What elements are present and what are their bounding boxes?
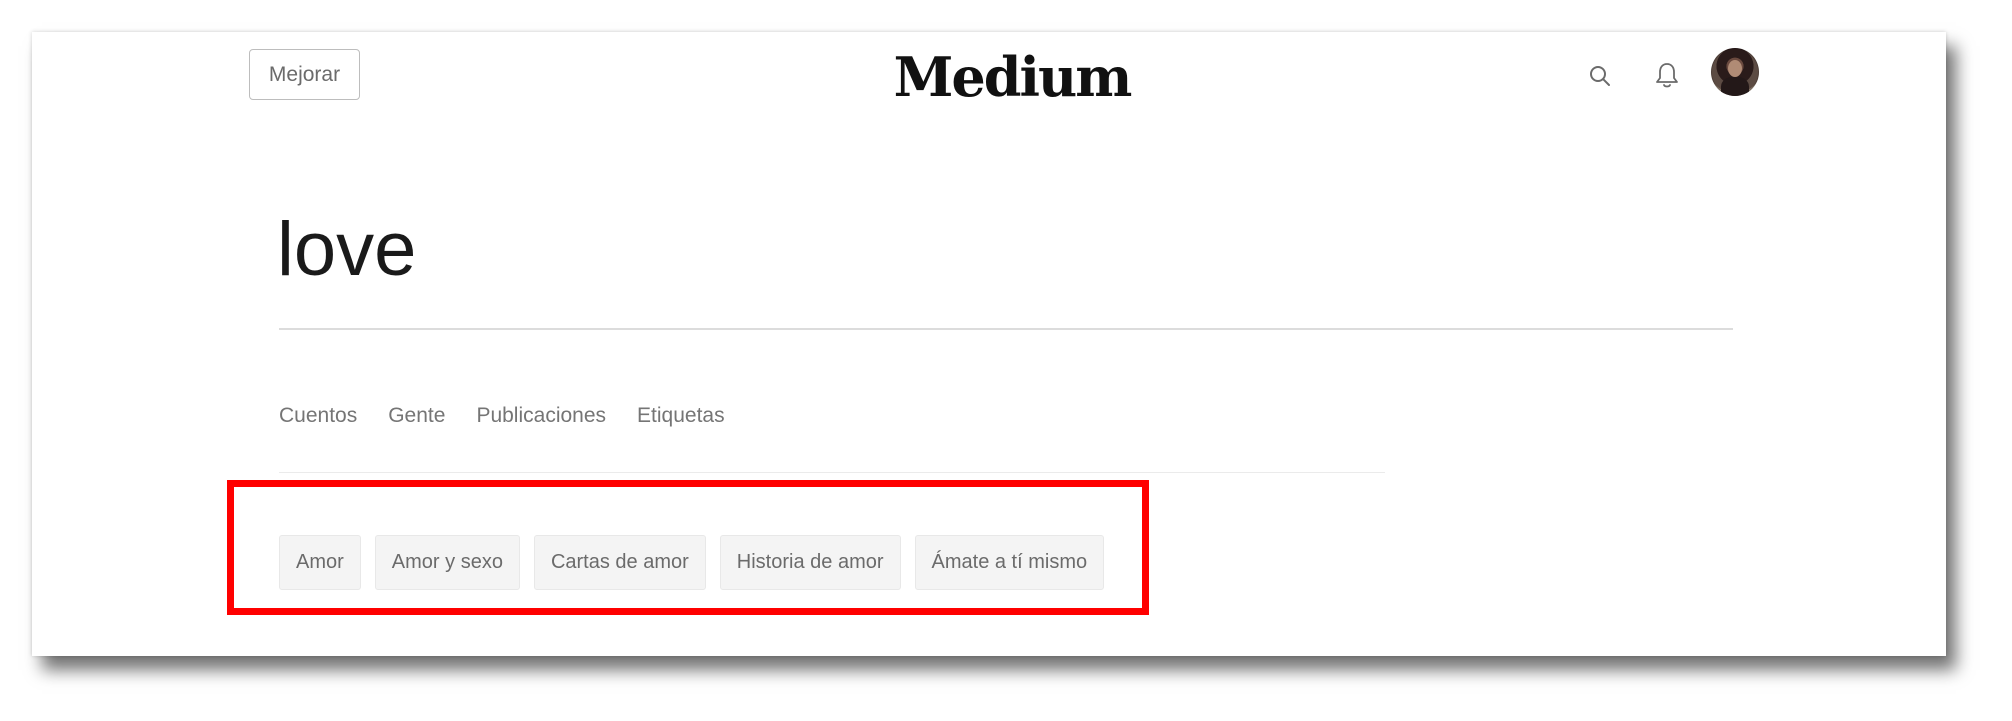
avatar-face	[1728, 60, 1742, 77]
upgrade-button[interactable]: Mejorar	[249, 49, 360, 100]
search-icon[interactable]	[1582, 58, 1618, 94]
bell-icon[interactable]	[1649, 57, 1685, 93]
avatar-body	[1721, 77, 1749, 96]
browser-page: Mejorar Medium love Cuentos Gente Public…	[32, 32, 1946, 656]
page-title: love	[277, 207, 417, 292]
highlight-annotation-box	[227, 480, 1149, 615]
tab-etiquetas[interactable]: Etiquetas	[637, 404, 725, 434]
tab-publicaciones[interactable]: Publicaciones	[476, 404, 606, 434]
screenshot-canvas: Mejorar Medium love Cuentos Gente Public…	[0, 0, 2012, 721]
results-tabs: Cuentos Gente Publicaciones Etiquetas	[279, 404, 725, 434]
tabs-divider	[279, 472, 1385, 473]
tab-cuentos[interactable]: Cuentos	[279, 404, 357, 434]
tab-gente[interactable]: Gente	[388, 404, 445, 434]
title-divider	[279, 328, 1733, 330]
avatar[interactable]	[1711, 48, 1759, 96]
medium-logo[interactable]: Medium	[892, 42, 1133, 112]
